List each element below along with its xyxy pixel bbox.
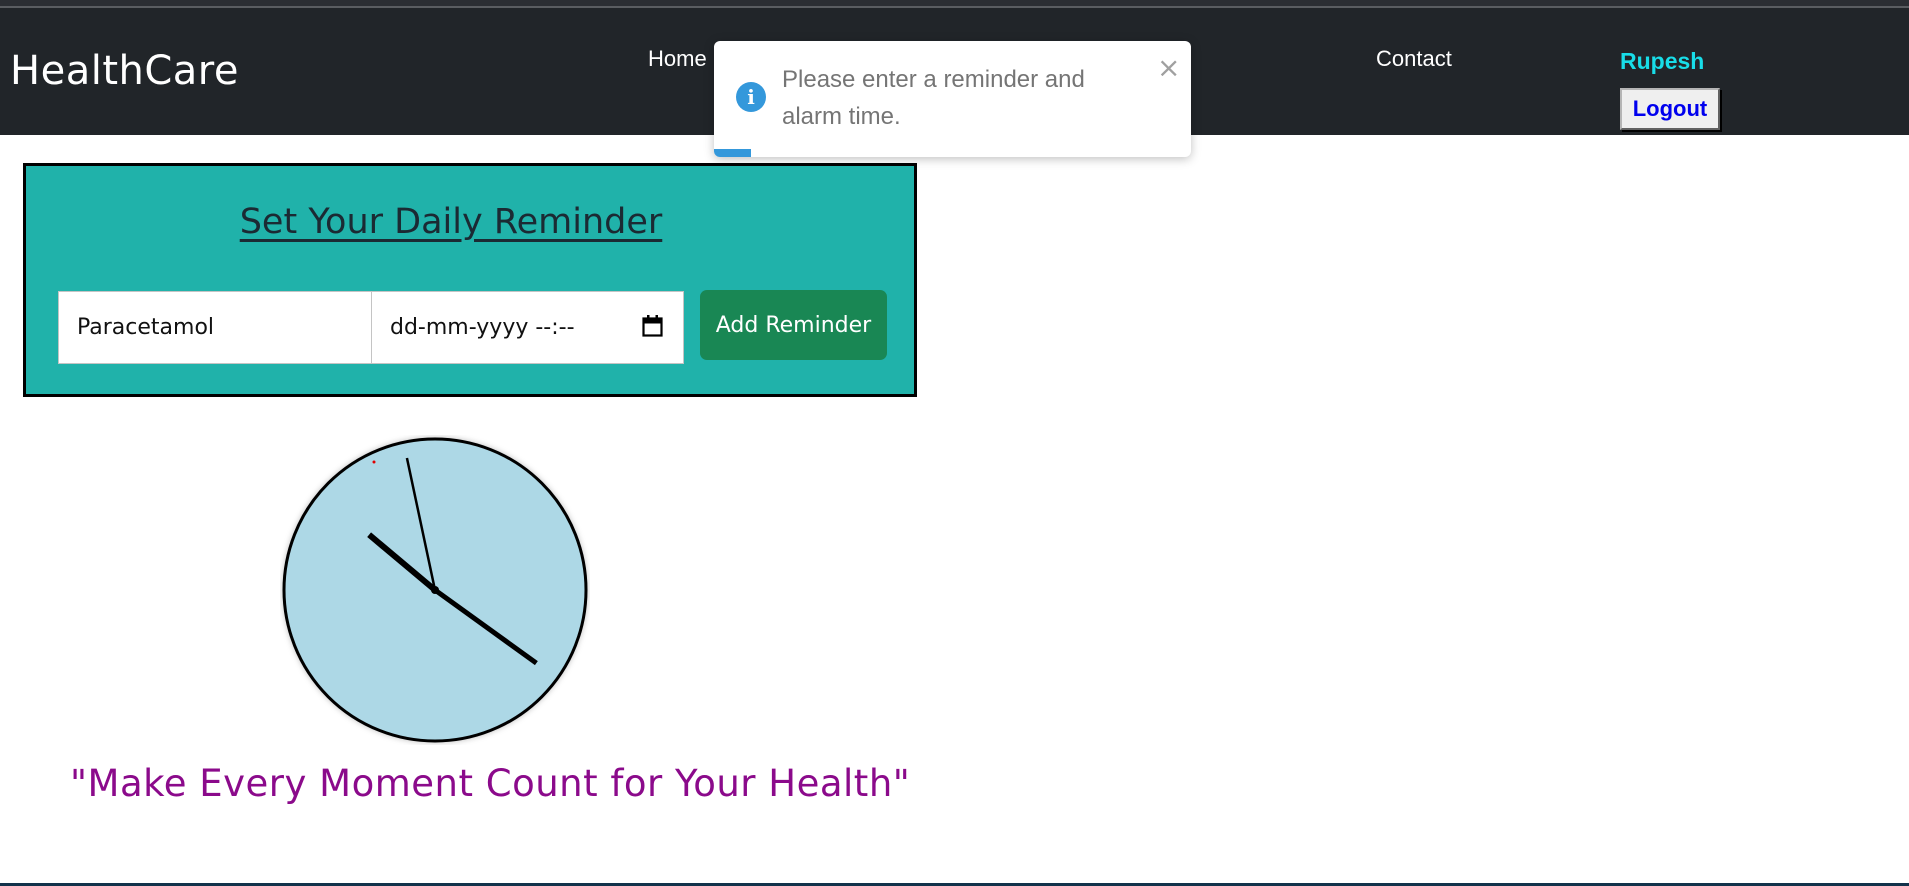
nav-contact-link[interactable]: Contact	[1376, 46, 1452, 72]
clock-center-pin	[431, 586, 439, 594]
reminder-title: Set Your Daily Reminder	[239, 202, 663, 242]
toast-message: Please enter a reminder and alarm time.	[782, 66, 1085, 130]
logout-button[interactable]: Logout	[1620, 88, 1720, 130]
add-reminder-button[interactable]: Add Reminder	[700, 290, 887, 360]
info-toast: i Please enter a reminder and alarm time…	[714, 41, 1191, 157]
clock-red-dot	[372, 460, 376, 464]
window-top-border	[0, 0, 1909, 8]
reminder-input[interactable]	[58, 291, 372, 364]
calendar-icon[interactable]	[642, 315, 663, 337]
close-icon[interactable]: ×	[1157, 54, 1180, 82]
reminder-panel: Set Your Daily Reminder dd-mm-yyyy --:--…	[23, 163, 917, 397]
brand-logo[interactable]: HealthCare	[10, 48, 239, 94]
alarm-datetime-input[interactable]: dd-mm-yyyy --:--	[371, 291, 684, 364]
info-icon: i	[736, 82, 766, 112]
health-quote: "Make Every Moment Count for Your Health…	[70, 762, 911, 805]
toast-progress-bar	[714, 149, 751, 157]
nav-home-link[interactable]: Home	[648, 46, 707, 72]
user-name: Rupesh	[1620, 48, 1705, 74]
datetime-placeholder: dd-mm-yyyy --:--	[390, 315, 575, 340]
analog-clock	[282, 437, 588, 743]
